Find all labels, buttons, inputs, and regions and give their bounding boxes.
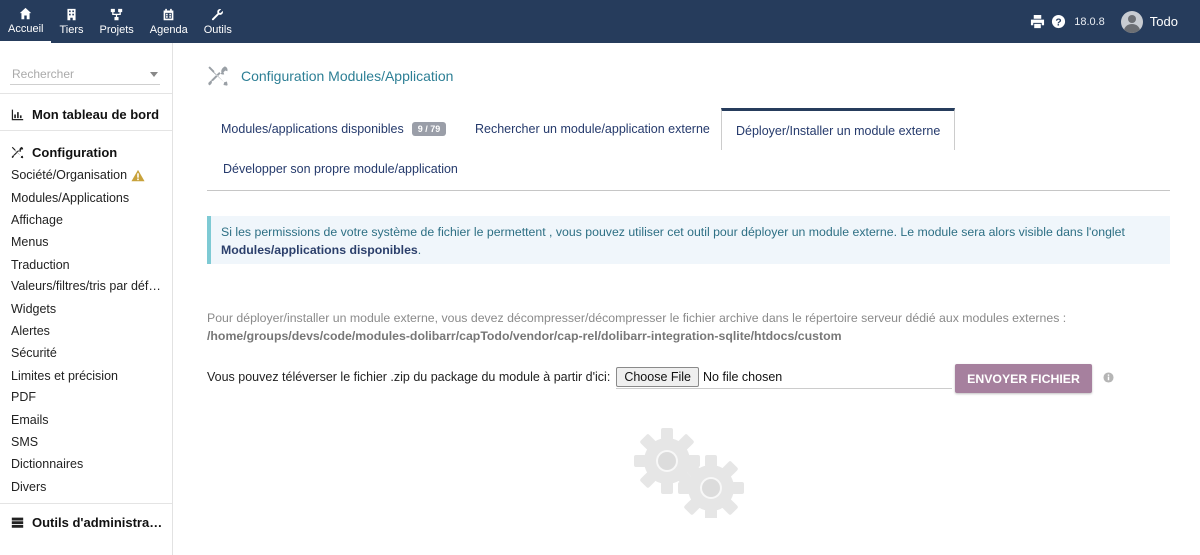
topnav-outils[interactable]: Outils <box>196 0 240 43</box>
main-content: Configuration Modules/Application Module… <box>174 43 1200 555</box>
info-text: Si les permissions de votre système de f… <box>221 225 1125 239</box>
topnav-accueil[interactable]: Accueil <box>0 0 52 43</box>
top-bar: Accueil Tiers Projets Agenda Outils ? 18… <box>0 0 1200 43</box>
send-file-button[interactable]: ENVOYER FICHIER <box>955 364 1092 393</box>
sidebar-item-label: Traduction <box>11 258 70 272</box>
tab-label: Déployer/Installer un module externe <box>736 123 941 138</box>
sidebar-item-label: Alertes <box>11 324 50 338</box>
top-nav: Accueil Tiers Projets Agenda Outils <box>0 0 240 43</box>
tab-modules-disponibles[interactable]: Modules/applications disponibles 9 / 79 <box>207 109 460 149</box>
sidebar-item-modules[interactable]: Modules/Applications <box>11 191 129 205</box>
sidebar-item-label: Menus <box>11 235 49 249</box>
sitemap-icon <box>110 8 123 20</box>
info-box: Si les permissions de votre système de f… <box>207 216 1170 264</box>
topnav-label: Tiers <box>59 23 84 36</box>
print-icon[interactable] <box>1030 14 1045 29</box>
sidebar-item-label: Affichage <box>11 213 63 227</box>
sidebar-dashboard-label: Mon tableau de bord <box>32 107 160 122</box>
sidebar-search[interactable] <box>10 65 160 85</box>
topnav-projets[interactable]: Projets <box>92 0 142 43</box>
sidebar-dashboard[interactable]: Mon tableau de bord <box>11 107 159 122</box>
sidebar-item-label: Divers <box>11 480 47 494</box>
top-right-area: ? 18.0.8 Todo <box>1030 0 1200 43</box>
sidebar-item-label: Dictionnaires <box>11 457 84 471</box>
topnav-agenda[interactable]: Agenda <box>142 0 196 43</box>
sidebar-item-label: PDF <box>11 390 36 404</box>
count-badge: 9 / 79 <box>411 122 447 136</box>
sidebar: Mon tableau de bord Configuration Sociét… <box>0 43 173 555</box>
upload-label: Vous pouvez téléverser le fichier .zip d… <box>207 370 611 384</box>
tab-rechercher-externe[interactable]: Rechercher un module/application externe <box>461 109 724 149</box>
sidebar-item-widgets[interactable]: Widgets <box>11 302 56 316</box>
tab-label: Développer son propre module/application <box>223 162 458 176</box>
sidebar-item-valeurs[interactable]: Valeurs/filtres/tris par défaut <box>11 279 161 293</box>
deploy-instructions: Pour déployer/installer un module extern… <box>207 311 1067 325</box>
info-link-modules: Modules/applications disponibles <box>221 243 418 257</box>
bar-chart-icon <box>11 109 24 121</box>
sidebar-item-menus[interactable]: Menus <box>11 235 49 249</box>
tab-deployer-externe[interactable]: Déployer/Installer un module externe <box>721 108 956 150</box>
deploy-path: /home/groups/devs/code/modules-dolibarr/… <box>207 329 842 343</box>
file-status: No file chosen <box>703 369 783 384</box>
sidebar-item-label: Modules/Applications <box>11 191 130 205</box>
sidebar-item-label: Valeurs/filtres/tris par défaut <box>11 279 161 293</box>
tools-icon <box>208 66 228 86</box>
sidebar-configuration-label: Configuration <box>32 145 118 160</box>
tab-developper-module[interactable]: Développer son propre module/application <box>209 149 472 189</box>
warning-icon <box>131 169 145 181</box>
topnav-tiers[interactable]: Tiers <box>51 0 91 43</box>
topnav-label: Accueil <box>8 22 44 35</box>
divider <box>0 503 172 504</box>
sidebar-item-alertes[interactable]: Alertes <box>11 324 50 338</box>
info-icon[interactable] <box>1103 372 1114 383</box>
server-icon <box>11 517 24 528</box>
help-icon[interactable]: ? <box>1051 14 1066 29</box>
sidebar-admin-tools[interactable]: Outils d'administration <box>11 515 163 530</box>
sidebar-item-affichage[interactable]: Affichage <box>11 213 63 227</box>
topnav-label: Outils <box>203 23 232 36</box>
search-input[interactable] <box>10 65 142 83</box>
sidebar-item-label: Emails <box>11 413 49 427</box>
version-label: 18.0.8 <box>1074 15 1105 28</box>
sidebar-item-label: SMS <box>11 435 39 449</box>
divider <box>0 93 172 94</box>
tab-label: Rechercher un module/application externe <box>475 122 710 136</box>
topnav-label: Projets <box>99 23 134 36</box>
sidebar-item-pdf[interactable]: PDF <box>11 390 36 404</box>
svg-text:?: ? <box>1056 17 1062 28</box>
wrench-icon <box>212 8 224 20</box>
sidebar-item-dictionnaires[interactable]: Dictionnaires <box>11 457 83 471</box>
avatar[interactable] <box>1120 10 1143 33</box>
sidebar-item-label: Société/Organisation <box>11 168 128 182</box>
user-name[interactable]: Todo <box>1150 14 1178 29</box>
sidebar-item-limites[interactable]: Limites et précision <box>11 369 118 383</box>
tab-label: Modules/applications disponibles <box>221 122 404 136</box>
divider <box>0 130 172 131</box>
tab-bar: Modules/applications disponibles 9 / 79 … <box>207 108 1170 191</box>
file-input[interactable]: Choose File No file chosen <box>616 365 953 389</box>
info-text-end: . <box>417 243 422 257</box>
sidebar-configuration[interactable]: Configuration <box>11 145 117 160</box>
sidebar-item-securite[interactable]: Sécurité <box>11 346 57 360</box>
sidebar-item-label: Sécurité <box>11 346 57 360</box>
sidebar-item-label: Widgets <box>11 302 57 316</box>
sidebar-item-label: Limites et précision <box>11 369 118 383</box>
upload-row: Vous pouvez téléverser le fichier .zip d… <box>207 365 953 389</box>
gears-icon <box>634 428 744 518</box>
sidebar-item-divers[interactable]: Divers <box>11 480 46 494</box>
sidebar-item-societe[interactable]: Société/Organisation <box>11 168 145 182</box>
choose-file-button[interactable]: Choose File <box>616 366 700 387</box>
sidebar-item-sms[interactable]: SMS <box>11 435 38 449</box>
sidebar-item-emails[interactable]: Emails <box>11 413 49 427</box>
page-title: Configuration Modules/Application <box>241 68 454 84</box>
chevron-down-icon[interactable] <box>150 72 158 77</box>
building-icon <box>67 8 76 20</box>
page-header: Configuration Modules/Application <box>207 65 453 87</box>
topnav-label: Agenda <box>149 23 188 36</box>
home-icon <box>20 7 32 19</box>
sidebar-admin-tools-label: Outils d'administration <box>32 515 163 530</box>
calendar-icon <box>163 8 174 20</box>
tools-icon <box>11 146 24 159</box>
sidebar-item-traduction[interactable]: Traduction <box>11 258 70 272</box>
